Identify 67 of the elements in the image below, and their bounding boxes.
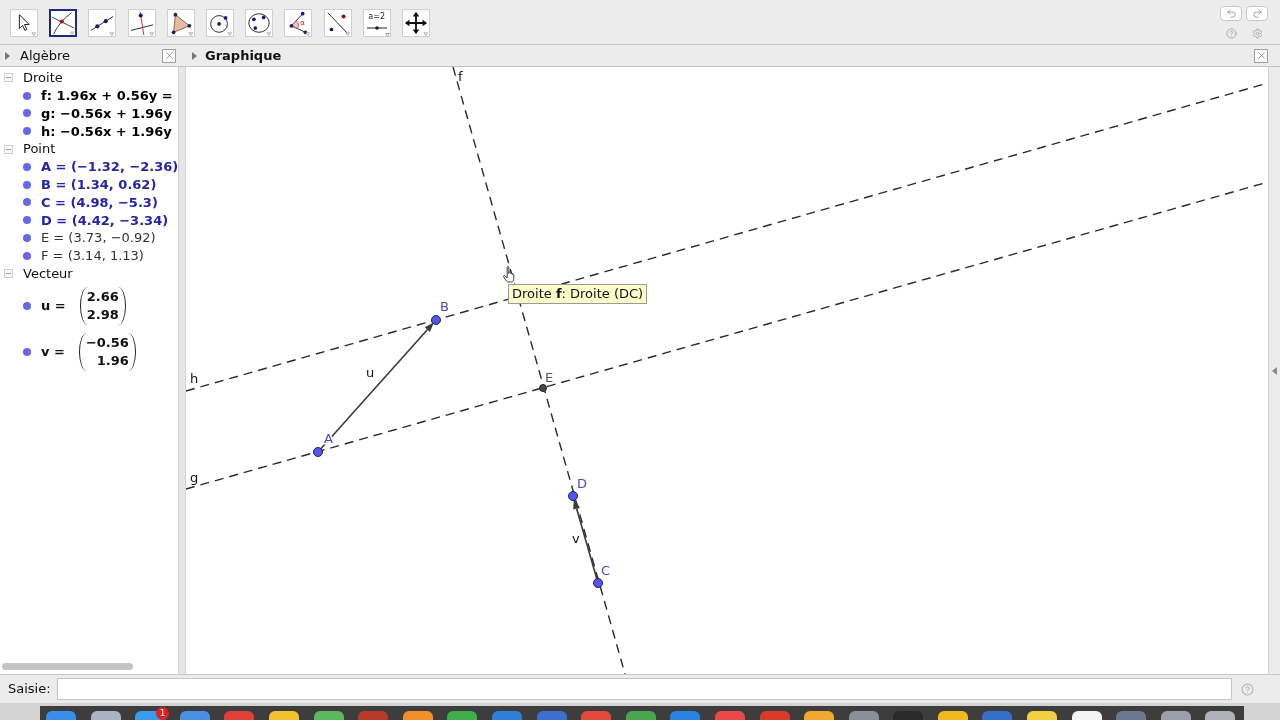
collapse-toggle-icon[interactable]	[4, 269, 13, 279]
vector-label: v	[572, 531, 580, 546]
point-label: C	[601, 563, 611, 578]
point-entry[interactable]: B = (1.34, 0.62)	[41, 174, 157, 195]
app-icon[interactable]	[268, 711, 299, 720]
app-icon[interactable]	[1027, 711, 1058, 720]
tool-button[interactable]: a=2	[362, 9, 391, 37]
point-entry[interactable]: A = (−1.32, −2.36)	[41, 157, 179, 177]
point-label: D	[577, 476, 587, 491]
close-button[interactable]	[162, 48, 176, 63]
point-label: E	[545, 370, 554, 385]
panel-title: Graphique	[205, 46, 282, 65]
intersecting-lines-icon	[51, 11, 76, 35]
point-entry[interactable]: E = (3.73, −0.92)	[41, 228, 156, 248]
vector-component: 2.66	[86, 287, 119, 306]
collapse-toggle-icon[interactable]	[4, 144, 13, 154]
input-label: Saisie:	[8, 680, 52, 699]
close-icon	[1255, 50, 1267, 61]
point-marker[interactable]	[593, 578, 603, 588]
equation-entry[interactable]: g: −0.56x + 1.96y	[41, 103, 172, 124]
horizontal-scrollbar[interactable]	[2, 662, 133, 670]
vector-name[interactable]: v =	[41, 341, 65, 362]
line-label: f	[458, 69, 463, 84]
tool-button[interactable]	[49, 9, 78, 37]
vector-component: 2.98	[86, 305, 119, 324]
app-icon[interactable]	[313, 711, 344, 720]
line-label: h	[190, 371, 199, 386]
vector-name[interactable]: u =	[41, 295, 66, 316]
panel-title: Algèbre	[20, 46, 71, 65]
point-entry[interactable]: D = (4.42, −3.34)	[41, 210, 169, 231]
point-marker[interactable]	[431, 315, 441, 325]
close-icon	[163, 50, 175, 61]
equation-entry[interactable]: h: −0.56x + 1.96y	[41, 121, 172, 142]
collapse-toggle-icon[interactable]	[4, 73, 13, 83]
slider-icon	[365, 25, 390, 37]
vector-component: −0.56	[85, 333, 129, 352]
point-marker[interactable]	[568, 491, 578, 501]
app-icon[interactable]	[1160, 711, 1191, 720]
app-icon[interactable]	[804, 711, 835, 720]
app-icon[interactable]	[402, 711, 433, 720]
point-entry[interactable]: C = (4.98, −5.3)	[41, 192, 158, 213]
line-label: g	[190, 470, 199, 485]
vector-label: u	[366, 365, 375, 380]
tooltip: Droite f: Droite (DC)	[508, 284, 648, 304]
app-icon[interactable]	[1071, 711, 1102, 720]
redo-icon	[1251, 8, 1263, 19]
point-marker[interactable]	[539, 384, 547, 392]
app-icon[interactable]	[937, 711, 968, 720]
expand-triangle-icon[interactable]	[192, 51, 197, 60]
input-field[interactable]	[57, 678, 1232, 700]
group-heading[interactable]: Point	[23, 139, 56, 159]
perpendicular-lines-icon	[128, 10, 155, 36]
app-icon[interactable]	[1205, 711, 1236, 720]
point-label: B	[440, 299, 449, 314]
point-entry[interactable]: F = (3.14, 1.13)	[41, 246, 144, 266]
point-marker[interactable]	[313, 447, 323, 457]
ellipse-through-points-icon	[246, 10, 273, 36]
undo-icon	[1225, 8, 1237, 19]
vector-component: 1.96	[96, 351, 129, 370]
equation-entry[interactable]: f: 1.96x + 0.56y =	[41, 85, 173, 106]
hand-cursor-icon	[503, 266, 516, 283]
group-heading[interactable]: Droite	[23, 68, 63, 88]
collapse-arrow-icon[interactable]	[1272, 366, 1277, 375]
expand-triangle-icon[interactable]	[5, 51, 10, 60]
group-heading[interactable]: Vecteur	[23, 263, 73, 284]
app-icon[interactable]	[90, 711, 121, 720]
close-button[interactable]	[1254, 48, 1268, 63]
